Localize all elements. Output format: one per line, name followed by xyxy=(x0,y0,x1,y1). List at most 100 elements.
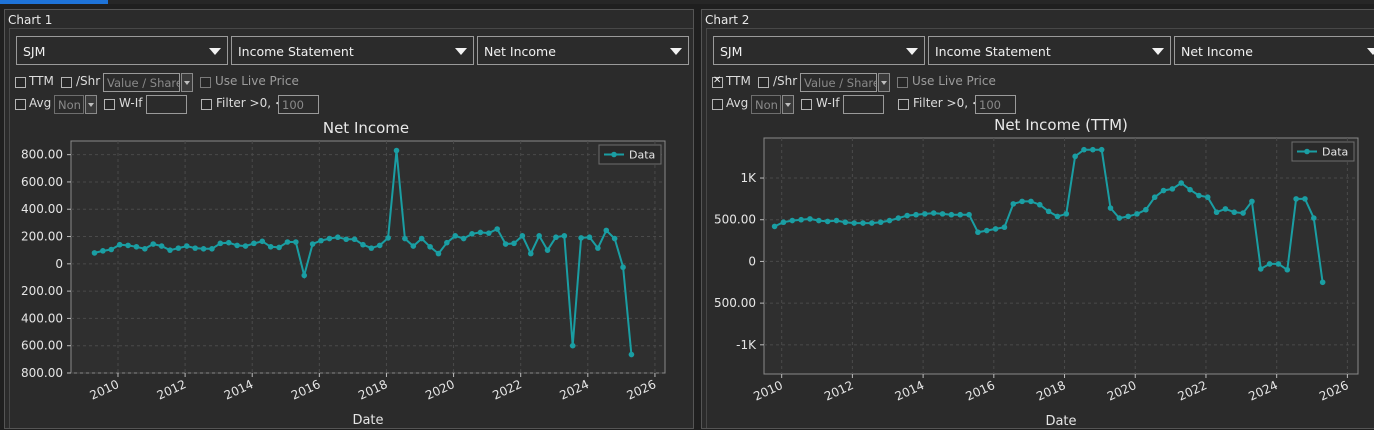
x-axis-label: Date xyxy=(352,413,383,428)
data-point xyxy=(877,219,884,226)
data-point xyxy=(1125,213,1131,220)
y-tick-label: 400.00 xyxy=(21,202,63,216)
data-point xyxy=(209,246,215,252)
data-point xyxy=(309,241,316,247)
data-point xyxy=(628,351,635,358)
data-point xyxy=(536,233,542,239)
data-point xyxy=(1178,180,1185,186)
x-tick-label: 2016 xyxy=(289,377,323,403)
data-point xyxy=(992,226,999,232)
x-tick-label: 2022 xyxy=(490,377,524,403)
data-point xyxy=(544,247,551,253)
data-point xyxy=(276,244,282,251)
data-point xyxy=(343,236,349,243)
x-tick-label: 2012 xyxy=(822,378,856,404)
data-point xyxy=(519,233,526,239)
y-tick-label: 800.00 xyxy=(21,366,63,380)
data-point xyxy=(586,234,593,241)
data-point xyxy=(1275,261,1282,267)
y-tick-label: 600.00 xyxy=(21,339,63,353)
data-point xyxy=(326,235,333,242)
x-tick-label: 2012 xyxy=(155,377,189,403)
data-point xyxy=(930,210,937,216)
x-tick-label: 2010 xyxy=(88,377,122,403)
data-point xyxy=(125,242,131,249)
data-point xyxy=(284,239,291,245)
data-point xyxy=(561,233,568,239)
data-point xyxy=(142,246,148,252)
data-point xyxy=(1160,187,1167,194)
data-point xyxy=(1293,196,1299,202)
data-point xyxy=(183,243,190,249)
data-point xyxy=(200,246,207,252)
data-point xyxy=(116,241,123,248)
x-tick-label: 2018 xyxy=(1034,378,1068,404)
data-point xyxy=(1090,146,1096,153)
data-point xyxy=(553,234,559,241)
x-tick-label: 2020 xyxy=(423,377,457,403)
x-tick-label: 2014 xyxy=(893,378,927,404)
data-point xyxy=(1054,213,1061,220)
chart-2-svg: Net Income (TTM) 1K 500.00 0 500.00 -1K 2010 20… xyxy=(714,116,1359,429)
data-point xyxy=(267,243,274,250)
y-tick-label: 800.00 xyxy=(21,148,63,162)
data-point xyxy=(603,227,610,234)
data-point xyxy=(842,219,849,226)
plot-area xyxy=(763,137,1359,375)
data-point xyxy=(1063,211,1070,217)
data-point xyxy=(376,242,383,249)
y-tick-label: 400.00 xyxy=(21,311,63,325)
data-point xyxy=(1019,198,1025,205)
data-point xyxy=(192,245,198,251)
data-point xyxy=(1311,215,1317,221)
y-tick-label: 500.00 xyxy=(714,213,756,227)
data-point xyxy=(334,234,341,241)
data-point xyxy=(939,211,946,217)
data-point xyxy=(460,235,467,242)
data-point xyxy=(385,235,391,241)
data-point xyxy=(418,235,425,242)
legend-marker xyxy=(1304,148,1310,155)
x-tick-label: 2024 xyxy=(1246,378,1280,404)
data-point xyxy=(1045,208,1052,215)
data-point xyxy=(895,215,902,221)
data-point xyxy=(922,211,928,217)
x-tick-label: 2022 xyxy=(1176,378,1210,404)
data-point xyxy=(242,243,249,249)
data-point xyxy=(1284,266,1291,273)
data-point xyxy=(527,250,534,257)
x-axis-label: Date xyxy=(1045,414,1076,429)
x-tick-label: 2016 xyxy=(963,378,997,404)
data-point xyxy=(1222,206,1229,212)
y-tick-label: -1K xyxy=(736,338,757,352)
y-tick-label: 500.00 xyxy=(714,296,756,310)
data-point xyxy=(133,243,140,250)
data-point xyxy=(1134,211,1140,217)
data-point xyxy=(1116,215,1123,221)
data-point xyxy=(1143,206,1149,213)
data-point xyxy=(1010,201,1017,207)
data-point xyxy=(913,211,919,218)
data-point xyxy=(1081,146,1087,153)
data-point xyxy=(444,239,450,246)
data-point xyxy=(1213,209,1220,216)
chart-panel-1: Chart 1 SJM Income Statement Net Income TTM /… xyxy=(4,9,694,429)
data-point xyxy=(234,242,240,249)
data-point xyxy=(860,220,866,226)
data-point xyxy=(1249,198,1255,205)
data-point xyxy=(1196,192,1202,199)
legend-label: Data xyxy=(629,149,655,162)
data-point xyxy=(293,239,299,245)
x-tick-label: 2018 xyxy=(356,377,390,403)
data-point xyxy=(807,216,813,222)
data-point xyxy=(833,217,840,224)
data-point xyxy=(402,235,408,242)
x-tick-label: 2026 xyxy=(625,377,659,403)
data-point xyxy=(569,342,576,349)
data-point xyxy=(578,235,584,241)
data-point xyxy=(452,233,459,239)
data-point xyxy=(1187,186,1193,193)
data-point xyxy=(469,231,475,237)
data-point xyxy=(435,250,442,257)
data-point xyxy=(824,218,831,225)
